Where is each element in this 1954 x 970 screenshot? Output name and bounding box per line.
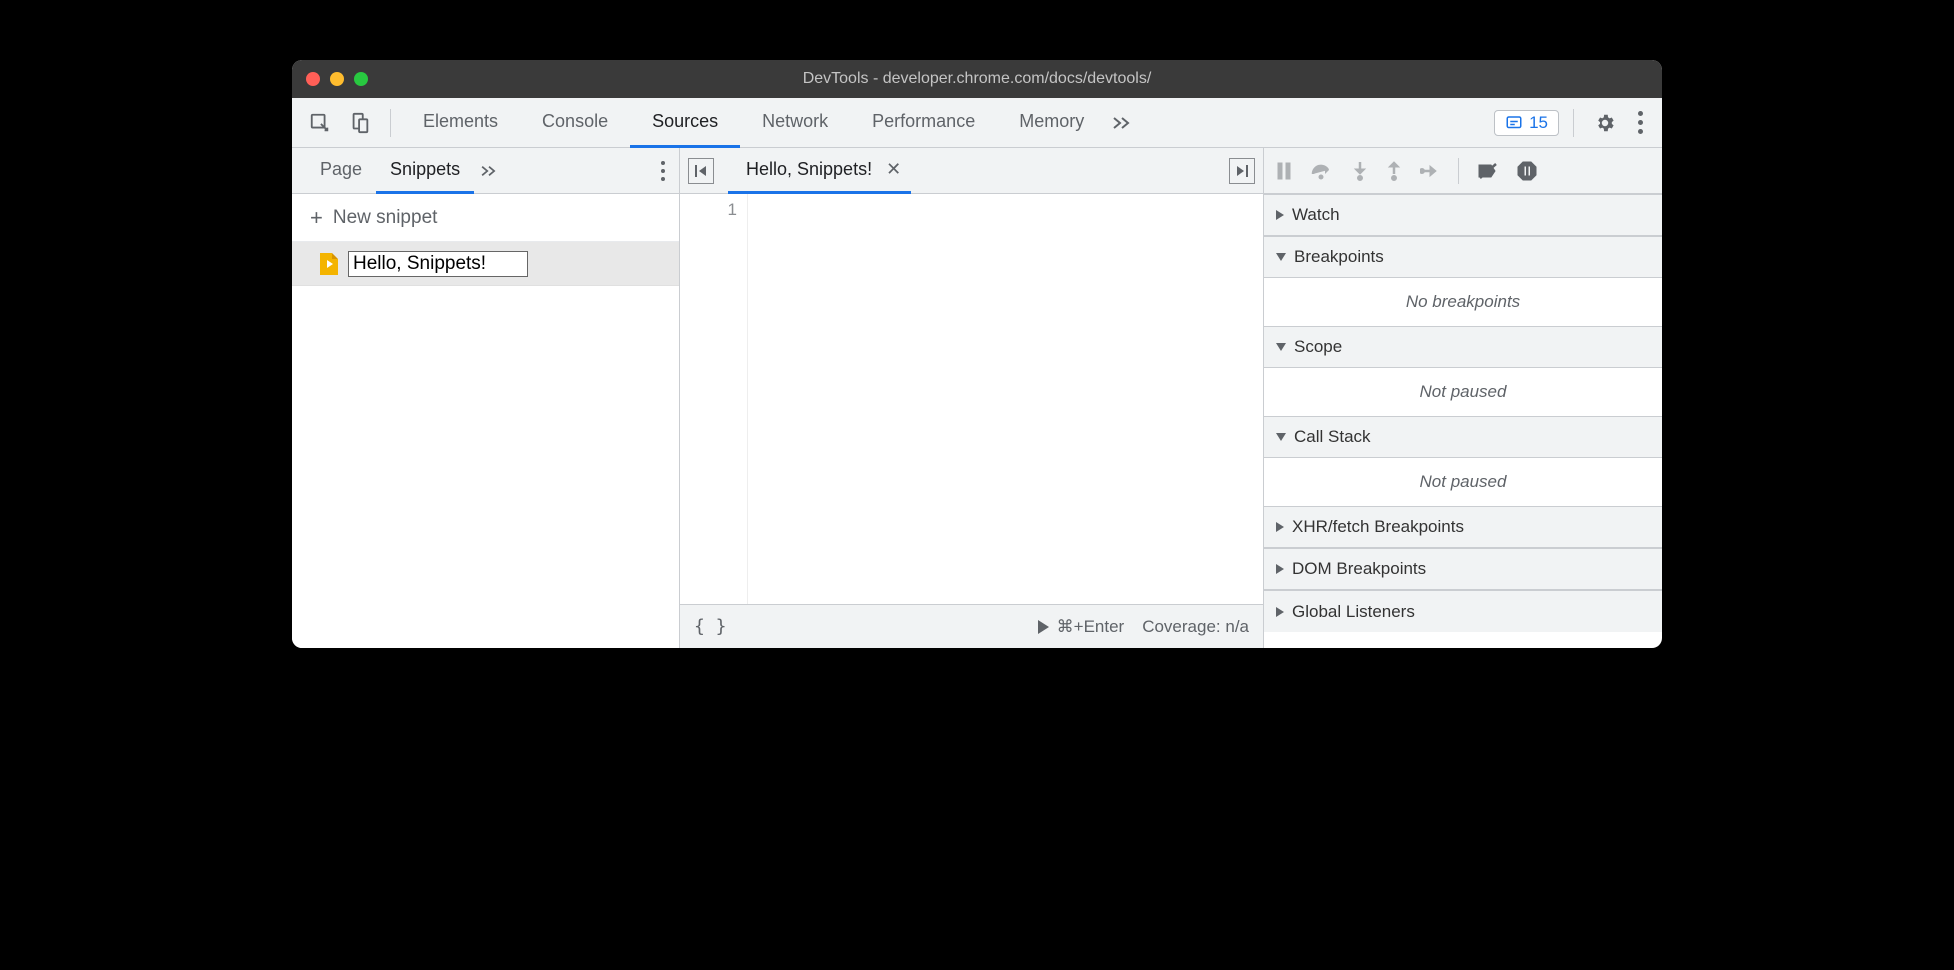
- main-toolbar: Elements Console Sources Network Perform…: [292, 98, 1662, 148]
- close-tab-icon[interactable]: ✕: [886, 159, 901, 180]
- coverage-status[interactable]: Coverage: n/a: [1142, 617, 1249, 637]
- issues-count: 15: [1529, 113, 1548, 133]
- expand-icon: [1276, 210, 1284, 220]
- pause-icon[interactable]: [1276, 162, 1292, 180]
- more-options-icon[interactable]: [1626, 111, 1654, 134]
- new-snippet-label: New snippet: [333, 207, 438, 229]
- callstack-label: Call Stack: [1294, 427, 1371, 447]
- pretty-print-icon[interactable]: { }: [694, 616, 727, 637]
- debug-toolbar: [1264, 148, 1662, 194]
- content-area: Page Snippets + New snippet: [292, 148, 1662, 648]
- collapse-icon: [1276, 433, 1286, 441]
- dom-label: DOM Breakpoints: [1292, 559, 1426, 579]
- step-over-icon[interactable]: [1310, 162, 1334, 180]
- callstack-body: Not paused: [1264, 458, 1662, 506]
- dom-section-header[interactable]: DOM Breakpoints: [1264, 548, 1662, 590]
- new-snippet-button[interactable]: + New snippet: [292, 194, 679, 242]
- maximize-window-button[interactable]: [354, 72, 368, 86]
- callstack-section-header[interactable]: Call Stack: [1264, 416, 1662, 458]
- tab-memory[interactable]: Memory: [997, 98, 1106, 148]
- breakpoints-section-header[interactable]: Breakpoints: [1264, 236, 1662, 278]
- more-tabs-icon[interactable]: [1106, 98, 1138, 147]
- collapse-icon: [1276, 343, 1286, 351]
- titlebar: DevTools - developer.chrome.com/docs/dev…: [292, 60, 1662, 98]
- step-into-icon[interactable]: [1352, 161, 1368, 181]
- editor-panel: Hello, Snippets! ✕ 1 { } ⌘+Enter: [680, 148, 1264, 648]
- snippet-file-icon: [320, 253, 338, 275]
- editor-statusbar: { } ⌘+Enter Coverage: n/a: [680, 604, 1263, 648]
- device-toggle-icon[interactable]: [346, 109, 374, 137]
- devtools-window: DevTools - developer.chrome.com/docs/dev…: [292, 60, 1662, 648]
- breakpoints-body: No breakpoints: [1264, 278, 1662, 326]
- traffic-lights: [306, 72, 368, 86]
- expand-icon: [1276, 522, 1284, 532]
- toolbar-right: 15: [1494, 106, 1654, 140]
- tab-elements[interactable]: Elements: [401, 98, 520, 148]
- scope-label: Scope: [1294, 337, 1342, 357]
- tab-network[interactable]: Network: [740, 98, 850, 148]
- window-title: DevTools - developer.chrome.com/docs/dev…: [292, 70, 1662, 88]
- line-number: 1: [680, 200, 737, 220]
- editor-tabstrip: Hello, Snippets! ✕: [680, 148, 1263, 194]
- navigator-panel: Page Snippets + New snippet: [292, 148, 680, 648]
- xhr-label: XHR/fetch Breakpoints: [1292, 517, 1464, 537]
- nav-back-icon[interactable]: [688, 158, 714, 184]
- plus-icon: +: [310, 205, 323, 231]
- tab-snippets[interactable]: Snippets: [376, 149, 474, 194]
- tab-sources[interactable]: Sources: [630, 98, 740, 148]
- debugger-panel: Watch Breakpoints No breakpoints Scope N…: [1264, 148, 1662, 648]
- xhr-section-header[interactable]: XHR/fetch Breakpoints: [1264, 506, 1662, 548]
- snippet-name-input[interactable]: [348, 251, 528, 277]
- editor-tab-title: Hello, Snippets!: [746, 159, 872, 180]
- scope-section-header[interactable]: Scope: [1264, 326, 1662, 368]
- run-shortcut: ⌘+Enter: [1057, 617, 1125, 637]
- watch-label: Watch: [1292, 205, 1340, 225]
- breakpoints-label: Breakpoints: [1294, 247, 1384, 267]
- step-out-icon[interactable]: [1386, 161, 1402, 181]
- global-label: Global Listeners: [1292, 602, 1415, 622]
- expand-icon: [1276, 607, 1284, 617]
- watch-section-header[interactable]: Watch: [1264, 194, 1662, 236]
- issues-button[interactable]: 15: [1494, 110, 1559, 136]
- divider: [1458, 158, 1459, 184]
- expand-icon: [1276, 564, 1284, 574]
- scope-body: Not paused: [1264, 368, 1662, 416]
- navigator-options-icon[interactable]: [655, 155, 671, 187]
- pause-exceptions-icon[interactable]: [1517, 161, 1537, 181]
- global-section-header[interactable]: Global Listeners: [1264, 590, 1662, 632]
- inspect-element-icon[interactable]: [306, 109, 334, 137]
- main-tabs: Elements Console Sources Network Perform…: [401, 98, 1494, 147]
- divider: [1573, 109, 1574, 137]
- play-icon: [1038, 620, 1049, 634]
- tab-page[interactable]: Page: [306, 149, 376, 194]
- settings-gear-icon[interactable]: [1588, 106, 1622, 140]
- run-snippet-button[interactable]: ⌘+Enter: [1038, 617, 1125, 637]
- line-gutter: 1: [680, 194, 748, 604]
- tab-performance[interactable]: Performance: [850, 98, 997, 148]
- step-icon[interactable]: [1420, 163, 1440, 179]
- code-editor[interactable]: 1: [680, 194, 1263, 604]
- collapse-icon: [1276, 253, 1286, 261]
- navigator-tabs: Page Snippets: [292, 148, 679, 194]
- editor-tab[interactable]: Hello, Snippets! ✕: [728, 149, 911, 194]
- code-area[interactable]: [748, 194, 1263, 604]
- snippet-list-item[interactable]: [292, 242, 679, 286]
- minimize-window-button[interactable]: [330, 72, 344, 86]
- nav-forward-icon[interactable]: [1229, 158, 1255, 184]
- tab-console[interactable]: Console: [520, 98, 630, 148]
- divider: [390, 109, 391, 137]
- more-navigator-tabs-icon[interactable]: [480, 165, 498, 177]
- close-window-button[interactable]: [306, 72, 320, 86]
- deactivate-breakpoints-icon[interactable]: [1477, 162, 1499, 180]
